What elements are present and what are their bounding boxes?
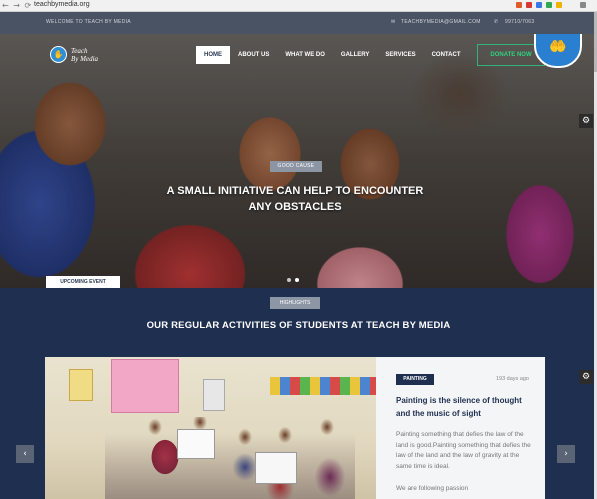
nav-services[interactable]: SERVICES (377, 46, 423, 64)
post-excerpt: Painting something that defies the law o… (396, 431, 531, 470)
top-info-bar: WELCOME TO TEACH BY MEDIA ✉ TEACHBYMEDIA… (0, 12, 597, 34)
bunting-flags (270, 377, 376, 395)
site-logo[interactable]: ✋ Teach By Media (50, 46, 98, 63)
highlights-section: HIGHLIGHTS OUR REGULAR ACTIVITIES OF STU… (0, 288, 597, 499)
browser-toolbar: ← → ⟳ teachbymedia.org (0, 0, 597, 12)
painting-artwork (255, 452, 297, 484)
hero-headline-line1: A SMALL INITIATIVE CAN HELP TO ENCOUNTER (166, 185, 424, 197)
email-link[interactable]: TEACHBYMEDIA@GMAIL.COM (401, 19, 481, 25)
envelope-icon: ✉ (391, 19, 396, 25)
category-tag[interactable]: PAINTING (396, 374, 434, 385)
slider-dots (287, 278, 299, 282)
gear-icon[interactable]: ⚙ (579, 370, 593, 384)
phone-icon: ✆ (494, 19, 499, 25)
painting-artwork (177, 429, 215, 459)
nav-home[interactable]: HOME (196, 46, 230, 64)
hero-slider: ✋ Teach By Media HOME ABOUT US WHAT WE D… (0, 34, 597, 288)
nav-about-us[interactable]: ABOUT US (230, 46, 277, 64)
logo-text: Teach By Media (71, 47, 98, 63)
main-navigation: HOME ABOUT US WHAT WE DO GALLERY SERVICE… (196, 46, 468, 64)
highlights-badge: HIGHLIGHTS (270, 297, 320, 309)
nav-what-we-do[interactable]: WHAT WE DO (277, 46, 333, 64)
logo-line2: By Media (71, 54, 99, 63)
menu-icon[interactable] (580, 2, 586, 8)
slider-dot-active[interactable] (295, 278, 299, 282)
post-excerpt-more: We are following passion (396, 485, 469, 492)
post-title[interactable]: Painting is the silence of thought and t… (396, 394, 536, 420)
address-bar[interactable]: teachbymedia.org (34, 1, 90, 8)
students-group (105, 417, 355, 499)
extension-icon[interactable] (546, 2, 552, 8)
nav-gallery[interactable]: GALLERY (333, 46, 377, 64)
prev-arrow-button[interactable]: ‹ (16, 445, 34, 463)
activity-photo (45, 357, 376, 499)
welcome-text: WELCOME TO TEACH BY MEDIA (46, 19, 131, 25)
good-cause-badge: GOOD CAUSE (270, 161, 322, 172)
hero-headline: A SMALL INITIATIVE CAN HELP TO ENCOUNTER… (150, 183, 440, 215)
extension-icon[interactable] (536, 2, 542, 8)
wall-chart (111, 359, 179, 413)
extension-icon[interactable] (516, 2, 522, 8)
slider-dot[interactable] (287, 278, 291, 282)
phone-number[interactable]: 99710/7063 (505, 19, 534, 25)
logo-hands-icon: ✋ (50, 46, 67, 63)
wall-poster (203, 379, 225, 411)
section-title: OUR REGULAR ACTIVITIES OF STUDENTS AT TE… (146, 320, 451, 331)
extension-icon[interactable] (556, 2, 562, 8)
activity-card: PAINTING 193 days ago Painting is the si… (45, 357, 545, 499)
post-date: 193 days ago (495, 376, 529, 382)
next-arrow-button[interactable]: › (557, 445, 575, 463)
nav-contact[interactable]: CONTACT (424, 46, 469, 64)
card-info: PAINTING 193 days ago Painting is the si… (376, 357, 545, 499)
gear-icon[interactable]: ⚙ (579, 114, 593, 128)
wall-poster (69, 369, 93, 401)
logo-line1: Teach (71, 46, 88, 55)
upcoming-event-tab[interactable]: UPCOMING EVENT (46, 276, 120, 288)
hero-headline-line2: ANY OBSTACLES (248, 201, 342, 213)
extension-icon[interactable] (526, 2, 532, 8)
browser-nav-buttons[interactable]: ← → ⟳ (2, 1, 32, 10)
